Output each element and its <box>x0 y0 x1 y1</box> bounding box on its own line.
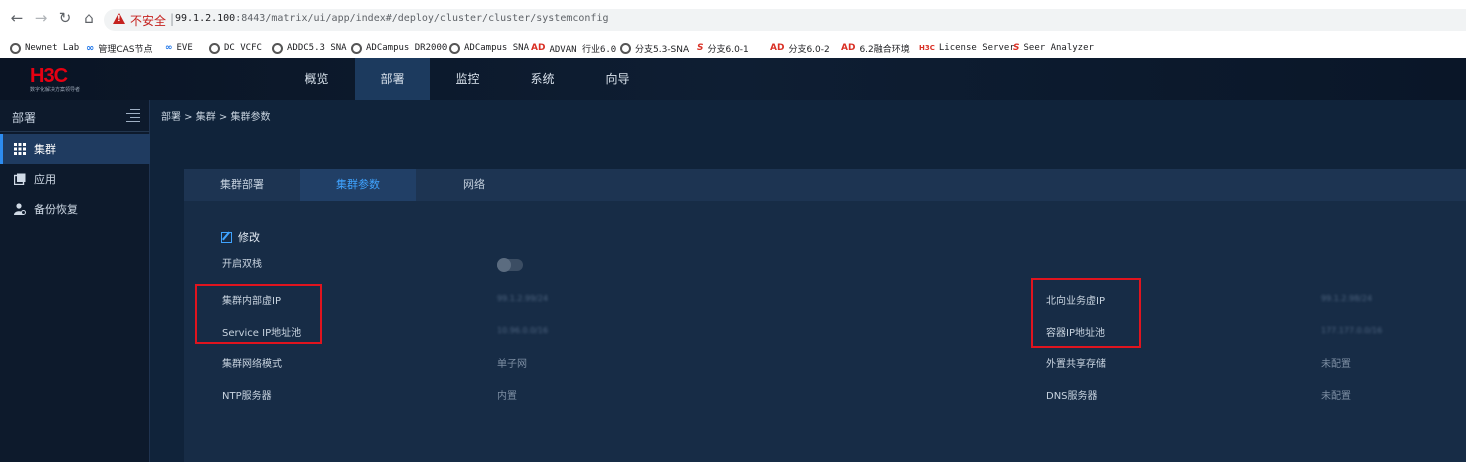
globe-icon <box>10 42 21 54</box>
tab-network[interactable]: 网络 <box>416 169 532 201</box>
back-arrow-icon[interactable]: ← <box>8 9 26 27</box>
sidebar-title: 部署 <box>12 111 37 125</box>
ntp-value: 内置 <box>497 391 517 402</box>
bookmark-item[interactable]: Newnet Lab <box>10 39 79 57</box>
bookmark-item[interactable]: ∞ 管理CAS节点 <box>86 39 153 57</box>
bookmark-item[interactable]: AD 6.2融合环境 <box>841 39 910 57</box>
dual-stack-toggle[interactable] <box>497 258 523 272</box>
address-bar[interactable]: ! 不安全 | 99.1.2.100:8443/matrix/ui/app/in… <box>104 9 1466 31</box>
globe-icon <box>351 42 362 54</box>
bookmark-item[interactable]: S Seer Analyzer <box>1013 39 1094 57</box>
collapse-menu-icon[interactable] <box>124 108 140 122</box>
h3c-logo: H3C <box>30 65 68 87</box>
eve-icon: ∞ <box>165 43 173 53</box>
menu-overview[interactable]: 概览 <box>279 58 354 100</box>
bookmark-item[interactable]: 分支5.3-SNA <box>620 39 689 57</box>
bookmark-item[interactable]: H3C License Server <box>919 39 1015 57</box>
url-text: 99.1.2.100:8443/matrix/ui/app/index#/dep… <box>175 13 609 24</box>
ntp-label: NTP服务器 <box>222 391 272 402</box>
edit-icon <box>221 231 232 243</box>
sidebar-item-cluster[interactable]: 集群 <box>0 134 150 164</box>
network-mode-label: 集群网络模式 <box>222 359 282 370</box>
dual-stack-label: 开启双栈 <box>222 259 262 270</box>
h3c-icon: H3C <box>919 44 935 52</box>
menu-system[interactable]: 系统 <box>505 58 580 100</box>
bookmark-item[interactable]: ADDC5.3 SNA <box>272 39 347 57</box>
highlight-box <box>195 284 322 344</box>
menu-deploy[interactable]: 部署 <box>355 58 430 100</box>
tab-cluster-deploy[interactable]: 集群部署 <box>184 169 300 201</box>
menu-monitor[interactable]: 监控 <box>430 58 505 100</box>
tab-bar: 集群部署 集群参数 网络 <box>184 169 1466 201</box>
shared-storage-value: 未配置 <box>1321 359 1351 370</box>
sidebar-header: 部署 <box>0 100 150 132</box>
sidebar: 部署 集群 应用 备份恢复 <box>0 100 150 462</box>
menu-wizard[interactable]: 向导 <box>580 58 655 100</box>
sidebar-item-label: 备份恢复 <box>34 203 78 216</box>
globe-icon <box>209 42 220 54</box>
app-icon <box>13 173 26 186</box>
edit-label: 修改 <box>238 231 260 244</box>
cloud-icon: ∞ <box>86 42 95 54</box>
dns-label: DNS服务器 <box>1046 391 1098 402</box>
service-ip-value: 10.96.0.0/16 <box>497 326 549 335</box>
sidebar-item-backup[interactable]: 备份恢复 <box>0 194 150 224</box>
logo-tagline: 数字化解决方案领导者 <box>30 87 81 93</box>
browser-toolbar: ← → ↻ ⌂ ! 不安全 | 99.1.2.100:8443/matrix/u… <box>0 0 1466 38</box>
north-vip-value: 99.1.2.98/24 <box>1321 294 1373 303</box>
shared-storage-label: 外置共享存储 <box>1046 359 1106 370</box>
bookmark-item[interactable]: ADCampus DR2000 <box>351 39 447 57</box>
grid-icon <box>14 143 26 155</box>
container-ip-value: 177.177.0.0/16 <box>1321 326 1383 335</box>
globe-icon <box>272 42 283 54</box>
breadcrumb: 部署 > 集群 > 集群参数 <box>161 112 271 123</box>
sidebar-item-label: 集群 <box>34 143 56 156</box>
tab-cluster-params[interactable]: 集群参数 <box>300 169 416 201</box>
bookmark-item[interactable]: AD 分支6.0-2 <box>770 39 830 57</box>
s-icon: S <box>697 43 704 53</box>
bookmark-item[interactable]: DC VCFC <box>209 39 262 57</box>
internal-vip-value: 99.1.2.99/24 <box>497 294 549 303</box>
home-icon[interactable]: ⌂ <box>80 9 98 27</box>
ad-icon: AD <box>841 43 856 53</box>
bookmark-item[interactable]: ADCampus SNA <box>449 39 529 57</box>
s-icon: S <box>1013 43 1020 53</box>
dns-value: 未配置 <box>1321 391 1351 402</box>
insecure-label: 不安全 <box>130 14 167 28</box>
bookmark-item[interactable]: AD ADVAN 行业6.0 <box>531 39 616 57</box>
globe-icon <box>620 42 631 54</box>
highlight-box <box>1031 278 1141 348</box>
ad-icon: AD <box>770 43 785 53</box>
content-panel <box>184 169 1466 462</box>
reload-icon[interactable]: ↻ <box>56 9 74 27</box>
globe-icon <box>449 42 460 54</box>
app-header: H3C 数字化解决方案领导者 概览 部署 监控 系统 向导 <box>0 58 1466 100</box>
sidebar-item-label: 应用 <box>34 173 56 186</box>
bookmark-item[interactable]: ∞ EVE <box>165 39 193 57</box>
sidebar-item-apps[interactable]: 应用 <box>0 164 150 194</box>
ad-icon: AD <box>531 43 546 53</box>
bookmark-item[interactable]: S 分支6.0-1 <box>697 39 749 57</box>
bookmarks-bar: Newnet Lab ∞ 管理CAS节点 ∞ EVE DC VCFC ADDC5.3… <box>0 38 1466 58</box>
network-mode-value: 单子网 <box>497 359 527 370</box>
edit-button[interactable]: 修改 <box>221 229 260 245</box>
user-gear-icon <box>14 203 26 215</box>
forward-arrow-icon[interactable]: → <box>32 9 50 27</box>
app-window: H3C 数字化解决方案领导者 概览 部署 监控 系统 向导 部署 集群 应用 备… <box>0 58 1466 462</box>
